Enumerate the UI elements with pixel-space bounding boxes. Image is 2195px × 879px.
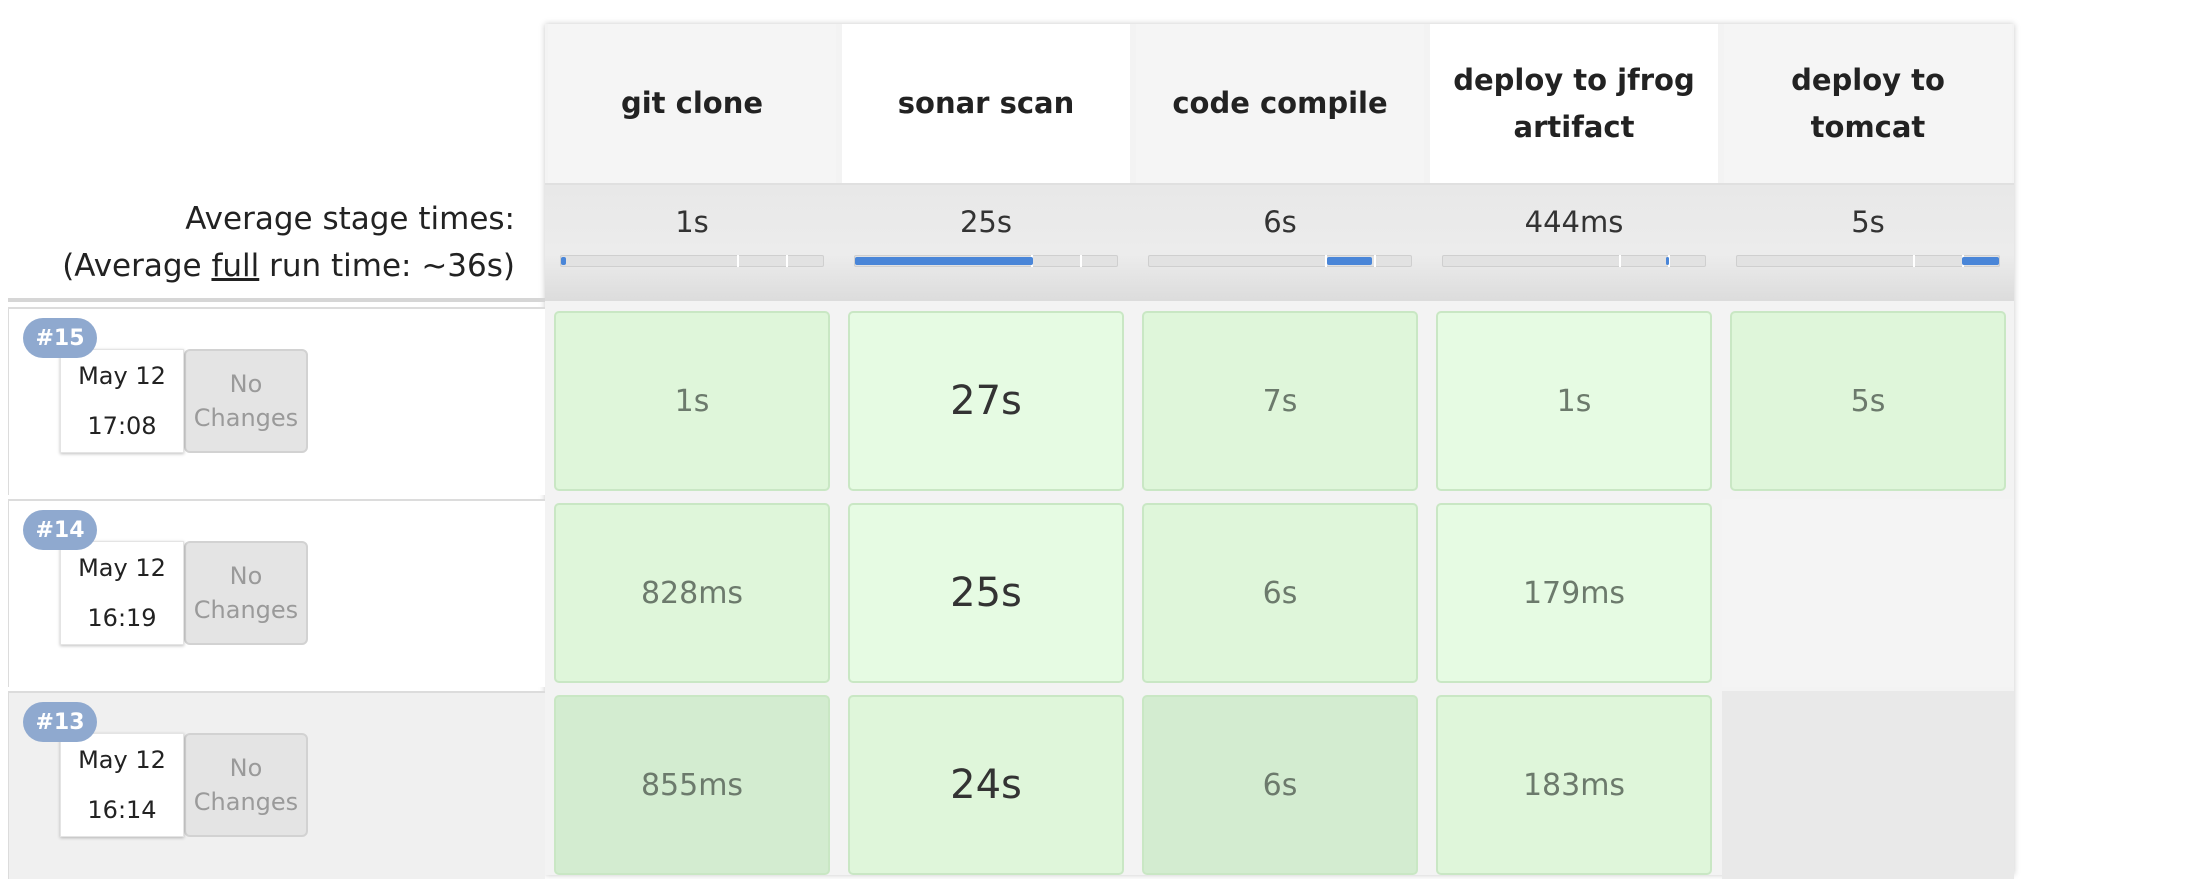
average-stage-time: 1s <box>675 205 709 239</box>
average-separator <box>8 298 545 302</box>
build-number-badge[interactable]: #14 <box>23 510 97 550</box>
build-date: May 12 <box>78 554 166 582</box>
bar-segment-divider <box>1374 255 1377 267</box>
build-time: 16:19 <box>87 604 157 632</box>
build-date-box[interactable]: May 12 16:19 <box>60 541 184 645</box>
stage-cell-success[interactable]: 27s <box>848 311 1124 491</box>
build-number-badge[interactable]: #13 <box>23 702 97 742</box>
stage-cell-success[interactable]: 6s <box>1142 695 1418 875</box>
average-time-bar <box>560 255 824 267</box>
build-date-box[interactable]: May 12 16:14 <box>60 733 184 837</box>
bar-segment-divider <box>736 255 739 267</box>
no-changes-box[interactable]: No Changes <box>184 733 308 837</box>
build-date-box[interactable]: May 12 17:08 <box>60 349 184 453</box>
stage-header-1: git clone <box>548 24 836 183</box>
average-time-bar-fill <box>855 257 1034 265</box>
average-full-link[interactable]: full <box>211 248 259 284</box>
average-time-bar <box>1148 255 1412 267</box>
bar-segment-divider <box>1618 255 1621 267</box>
average-time-bar-fill <box>561 257 567 265</box>
average-time-bar-fill <box>1665 257 1669 265</box>
average-time-bar <box>854 255 1118 267</box>
stage-cell-success[interactable]: 6s <box>1142 503 1418 683</box>
average-cell-2: 25s <box>842 183 1130 301</box>
build-time: 16:14 <box>87 796 157 824</box>
changes-label-line2: Changes <box>193 788 299 816</box>
no-changes-box[interactable]: No Changes <box>184 541 308 645</box>
stage-cell-success[interactable]: 7s <box>1142 311 1418 491</box>
average-stage-times-label: Average stage times: (Average full run t… <box>0 196 515 290</box>
stage-header-3: code compile <box>1136 24 1424 183</box>
stage-cell-empty <box>1722 499 2014 687</box>
average-stage-time: 5s <box>1851 205 1885 239</box>
bar-segment-divider <box>1912 255 1915 267</box>
bar-segment-divider <box>786 255 789 267</box>
average-cell-5: 5s <box>1724 183 2012 301</box>
average-stage-time: 444ms <box>1524 205 1624 239</box>
average-stage-time: 25s <box>959 205 1012 239</box>
stage-cell-empty <box>1722 691 2014 879</box>
stage-header-5: deploy to tomcat <box>1724 24 2012 183</box>
stage-cell-success[interactable]: 24s <box>848 695 1124 875</box>
changes-label-line1: No <box>229 370 263 398</box>
build-date: May 12 <box>78 746 166 774</box>
stage-cell-success[interactable]: 1s <box>554 311 830 491</box>
stage-cell-success[interactable]: 1s <box>1436 311 1712 491</box>
average-cell-4: 444ms <box>1430 183 1718 301</box>
build-number-badge[interactable]: #15 <box>23 318 97 358</box>
no-changes-box[interactable]: No Changes <box>184 349 308 453</box>
changes-label-line2: Changes <box>193 596 299 624</box>
build-date: May 12 <box>78 362 166 390</box>
bar-segment-divider <box>1080 255 1083 267</box>
stage-header-2: sonar scan <box>842 24 1130 183</box>
stage-cell-success[interactable]: 828ms <box>554 503 830 683</box>
stage-cell-success[interactable]: 25s <box>848 503 1124 683</box>
average-full-run-time: (Average full run time: ~36s) <box>0 243 515 290</box>
changes-label-line1: No <box>229 754 263 782</box>
changes-label-line1: No <box>229 562 263 590</box>
average-run-suffix: run time: ~36s) <box>259 248 515 284</box>
build-time: 17:08 <box>87 412 157 440</box>
average-cell-1: 1s <box>548 183 836 301</box>
average-time-bar <box>1736 255 2000 267</box>
average-time-bar <box>1442 255 1706 267</box>
stage-cell-success[interactable]: 855ms <box>554 695 830 875</box>
stage-cell-success[interactable]: 183ms <box>1436 695 1712 875</box>
average-time-bar-fill <box>1962 257 1999 265</box>
average-run-prefix: (Average <box>62 248 212 284</box>
changes-label-line2: Changes <box>193 404 299 432</box>
stage-cell-success[interactable]: 5s <box>1730 311 2006 491</box>
average-stage-times-title: Average stage times: <box>185 201 515 237</box>
average-time-bar-fill <box>1327 257 1372 265</box>
stage-cell-success[interactable]: 179ms <box>1436 503 1712 683</box>
average-cell-3: 6s <box>1136 183 1424 301</box>
stage-header-4: deploy to jfrog artifact <box>1430 24 1718 183</box>
average-stage-time: 6s <box>1263 205 1297 239</box>
